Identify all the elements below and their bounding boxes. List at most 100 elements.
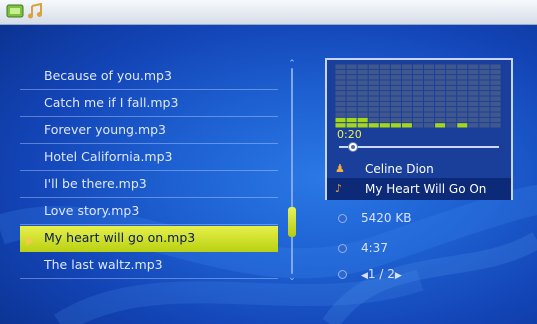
spectrum-cell xyxy=(335,112,346,117)
spectrum-cell xyxy=(435,75,446,80)
spectrum-cell xyxy=(390,69,401,75)
spectrum-cell xyxy=(401,69,412,75)
spectrum-cell xyxy=(457,64,468,69)
playlist-item[interactable]: Because of you.mp3 xyxy=(20,64,278,90)
progress-bar[interactable] xyxy=(339,146,499,148)
spectrum-cell xyxy=(412,69,424,75)
spectrum-cell xyxy=(357,96,368,101)
spectrum-cell xyxy=(479,123,490,128)
spectrum-cell xyxy=(357,75,368,80)
spectrum-bar-lit xyxy=(379,123,390,128)
spectrum-cell xyxy=(435,107,446,112)
spectrum-cell xyxy=(479,69,490,75)
spectrum-cell xyxy=(401,85,412,91)
spectrum-cell xyxy=(335,107,346,112)
spectrum-cell xyxy=(446,112,457,117)
spectrum-cell xyxy=(468,91,479,96)
playlist-item[interactable]: I'll be there.mp3 xyxy=(20,172,278,198)
spectrum-cell xyxy=(435,117,446,123)
spectrum-cell xyxy=(468,117,479,123)
spectrum-cell xyxy=(335,91,346,96)
spectrum-bar-lit xyxy=(457,123,468,128)
spectrum-cell xyxy=(468,80,479,85)
scroll-up-icon[interactable]: ⌃ xyxy=(288,60,296,69)
spectrum-cell xyxy=(346,75,357,80)
page-prev-icon[interactable]: ◀ xyxy=(361,271,368,281)
spectrum-cell xyxy=(346,107,357,112)
playlist-item[interactable]: Love story.mp3 xyxy=(20,199,278,225)
spectrum-cell xyxy=(368,107,379,112)
spectrum-cell xyxy=(379,112,390,117)
artist-name: Celine Dion xyxy=(365,162,434,176)
scroll-down-icon[interactable]: ⌄ xyxy=(288,274,296,283)
playlist-item[interactable]: Forever young.mp3 xyxy=(20,118,278,144)
spectrum-cell xyxy=(435,101,446,107)
page-next-icon[interactable]: ▶ xyxy=(395,271,402,281)
spectrum-cell xyxy=(479,85,490,91)
spectrum-bar-lit xyxy=(357,117,368,123)
spectrum-cell xyxy=(490,69,501,75)
spectrum-cell xyxy=(424,112,435,117)
spectrum-bar-lit xyxy=(368,123,379,128)
playlist-item[interactable]: The last waltz.mp3 xyxy=(20,253,278,279)
spectrum-cell xyxy=(435,80,446,85)
spectrum-cell xyxy=(457,117,468,123)
spectrum-cell xyxy=(479,112,490,117)
duration-row: 4:37 xyxy=(338,241,388,255)
spectrum-cell xyxy=(390,117,401,123)
spectrum-cell xyxy=(435,96,446,101)
spectrum-cell xyxy=(490,64,501,69)
spectrum-cell xyxy=(468,96,479,101)
spectrum-cell xyxy=(379,107,390,112)
spectrum-cell xyxy=(390,107,401,112)
spectrum-cell xyxy=(457,85,468,91)
playlist-scrollbar[interactable]: ⌃ ⌄ xyxy=(288,60,296,283)
spectrum-cell xyxy=(390,75,401,80)
scrollbar-thumb[interactable] xyxy=(288,207,296,237)
spectrum-cell xyxy=(479,91,490,96)
spectrum-cell xyxy=(435,64,446,69)
spectrum-cell xyxy=(401,107,412,112)
spectrum-cell xyxy=(479,101,490,107)
spectrum-cell xyxy=(357,101,368,107)
spectrum-cell xyxy=(368,117,379,123)
progress-knob[interactable] xyxy=(348,142,359,152)
file-size: 5420 KB xyxy=(361,211,412,225)
file-size-row: 5420 KB xyxy=(338,211,411,225)
spectrum-cell xyxy=(368,96,379,101)
spectrum-cell xyxy=(468,85,479,91)
playlist-item-selected[interactable]: My heart will go on.mp3 xyxy=(20,226,278,252)
playlist-item[interactable]: Hotel California.mp3 xyxy=(20,145,278,171)
elapsed-time: 0:20 xyxy=(337,128,362,141)
spectrum-cell xyxy=(446,101,457,107)
photo-icon[interactable] xyxy=(6,3,24,19)
spectrum-cell xyxy=(490,91,501,96)
spectrum-cell xyxy=(346,69,357,75)
page-indicator: 1 / 2 xyxy=(367,267,395,281)
artist-icon: ♟ xyxy=(335,162,345,175)
spectrum-cell xyxy=(368,91,379,96)
spectrum-cell xyxy=(401,91,412,96)
spectrum-cell xyxy=(390,85,401,91)
spectrum-cell xyxy=(479,107,490,112)
spectrum-bar-lit xyxy=(357,123,368,128)
spectrum-cell xyxy=(390,96,401,101)
spectrum-cell xyxy=(401,75,412,80)
spectrum-cell xyxy=(335,64,346,69)
spectrum-cell xyxy=(368,64,379,69)
spectrum-cell xyxy=(446,123,457,128)
spectrum-cell xyxy=(457,75,468,80)
spectrum-cell xyxy=(346,64,357,69)
spectrum-cell xyxy=(424,64,435,69)
spectrum-cell xyxy=(401,117,412,123)
spectrum-cell xyxy=(479,117,490,123)
spectrum-cell xyxy=(424,69,435,75)
spectrum-bar-lit xyxy=(335,123,346,128)
playlist-item[interactable]: Catch me if I fall.mp3 xyxy=(20,91,278,117)
spectrum-cell xyxy=(379,101,390,107)
spectrum-cell xyxy=(424,80,435,85)
spectrum-cell xyxy=(424,91,435,96)
spectrum-cell xyxy=(435,112,446,117)
music-icon[interactable] xyxy=(26,3,44,19)
spectrum-cell xyxy=(490,123,501,128)
